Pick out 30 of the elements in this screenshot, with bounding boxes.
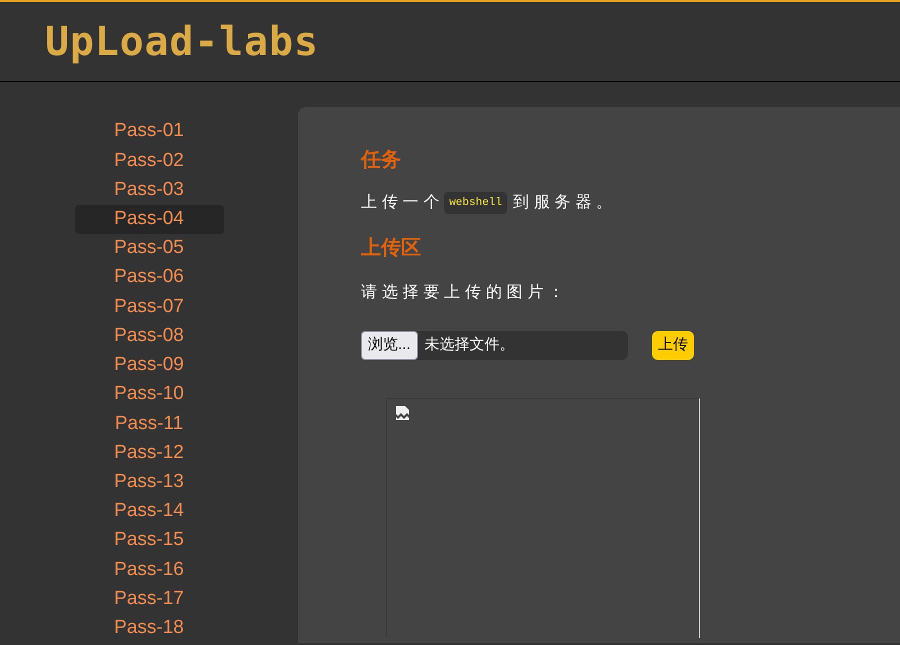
sidebar-item[interactable]: Pass-06 [74,263,224,292]
task-text: 上传一个 [361,192,444,213]
code-snippet: webshell [444,192,508,214]
task-text: 到服务器。 [513,193,618,213]
sidebar-item[interactable]: Pass-07 [74,292,224,322]
site-logo[interactable]: UpLoad-labs [45,12,319,72]
sidebar-item[interactable]: Pass-04 [74,204,224,234]
sidebar-item[interactable]: Pass-01 [74,117,224,146]
file-input[interactable]: 浏览... 未选择文件。 [361,331,628,360]
sidebar-item[interactable]: Pass-18 [74,614,224,643]
section-heading: 上传区 [361,236,421,261]
sidebar-item[interactable]: Pass-15 [74,526,224,556]
sidebar-item[interactable]: Pass-09 [74,350,224,380]
upload-prompt: 请选择要上传的图片： [361,282,569,303]
sidebar-item[interactable]: Pass-03 [74,175,224,205]
sidebar-item[interactable]: Pass-11 [74,409,224,438]
sidebar-item[interactable]: Pass-02 [74,146,224,176]
section-heading: 任务 [361,148,401,173]
sidebar-item[interactable]: Pass-16 [74,555,224,584]
sidebar-item[interactable]: Pass-08 [74,322,224,351]
browse-button[interactable]: 浏览... [361,331,418,360]
broken-image-icon [395,405,411,421]
sidebar-item[interactable]: Pass-13 [74,468,224,497]
upload-button[interactable]: 上传 [652,331,694,360]
sidebar-item[interactable]: Pass-17 [74,584,224,614]
file-name-text: 未选择文件。 [424,335,515,356]
sidebar-item[interactable]: Pass-12 [74,438,224,468]
sidebar-item[interactable]: Pass-14 [74,496,224,526]
sidebar-item[interactable]: Pass-05 [74,234,224,264]
sidebar-item[interactable]: Pass-10 [74,380,224,410]
